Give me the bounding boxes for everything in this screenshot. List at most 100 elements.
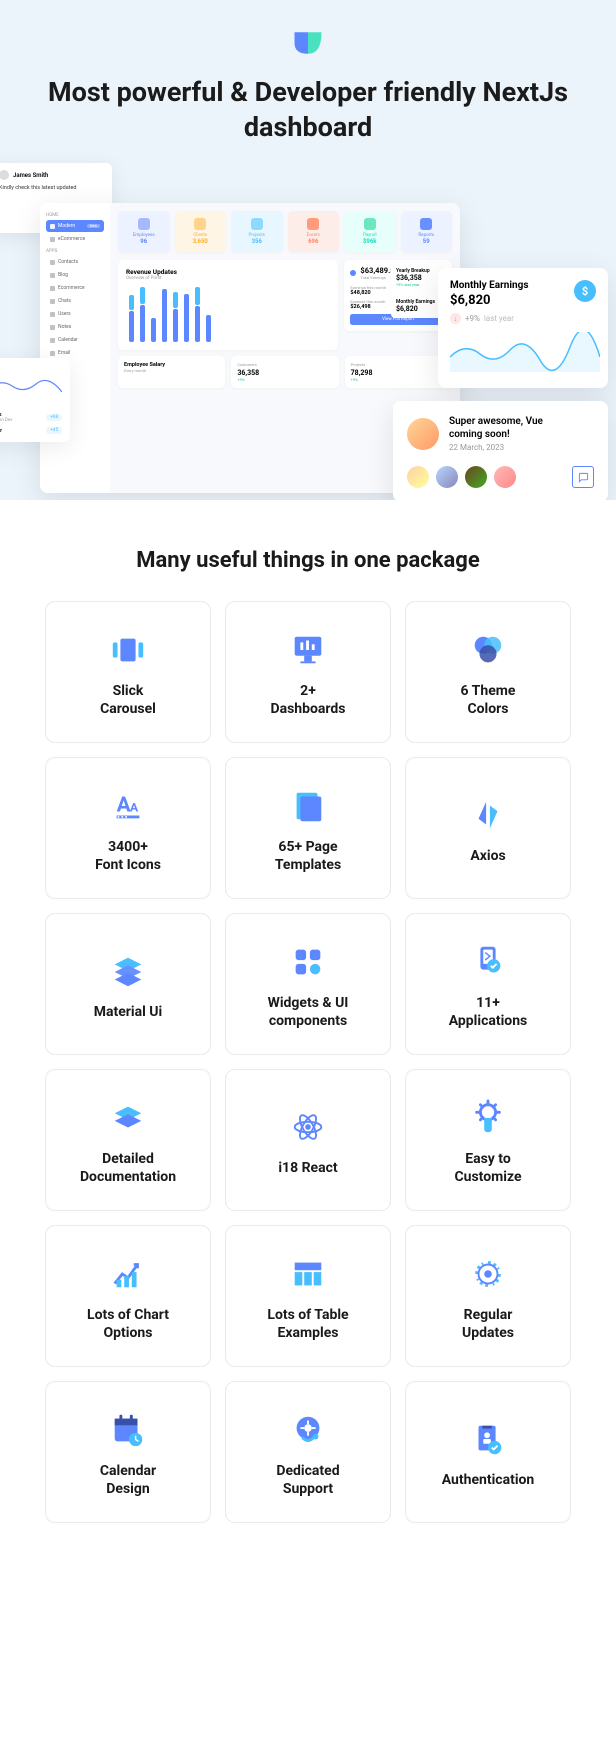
feature-title: 3400+Font Icons — [95, 838, 161, 874]
revenue-sub: Overview of Profit — [126, 276, 330, 281]
feature-card[interactable]: Axios — [405, 757, 571, 899]
stat-card[interactable]: Clients3,650 — [175, 211, 227, 252]
brand-logo-icon — [290, 25, 326, 61]
sidebar-item[interactable]: Contacts — [46, 256, 104, 268]
apps-icon — [469, 942, 507, 982]
sidebar-item[interactable]: Notes — [46, 321, 104, 333]
feature-title: 65+ PageTemplates — [275, 838, 341, 874]
feature-card[interactable]: RegularUpdates — [405, 1225, 571, 1367]
monthly-earnings-card: Monthly Earnings $6,820 $ ↓+9% last year — [438, 268, 608, 388]
feature-title: SlickCarousel — [100, 682, 156, 718]
vue-date: 22 March, 2023 — [449, 443, 543, 452]
stat-card[interactable]: Events696 — [288, 211, 340, 252]
sidebar-item-modern[interactable]: ModernNew — [46, 220, 104, 232]
dashboard-icon — [289, 630, 327, 670]
customers-card: Customers36,358+9% — [231, 356, 338, 388]
feature-title: DedicatedSupport — [276, 1462, 339, 1498]
small-chart-card: SalesFashion Dev+68 Seller+45 — [0, 358, 70, 442]
sales-badge: +68 — [46, 414, 62, 421]
bar-chart — [126, 287, 330, 342]
revenue-title: Revenue Updates — [126, 268, 330, 276]
layers-icon — [109, 951, 147, 991]
sidebar-item[interactable]: Users — [46, 308, 104, 320]
hero-section: Most powerful & Developer friendly NextJ… — [0, 0, 616, 500]
table-icon — [289, 1254, 327, 1294]
sparkline-chart — [450, 332, 600, 372]
avatar-icon — [465, 466, 487, 488]
feature-title: CalendarDesign — [100, 1462, 156, 1498]
dollar-icon: $ — [574, 280, 596, 302]
mini-text: Kindly check this latest updated — [0, 185, 105, 191]
feature-card[interactable]: AA 3400+Font Icons — [45, 757, 211, 899]
features-section: Many useful things in one package SlickC… — [0, 500, 616, 1563]
avatar-icon — [494, 466, 516, 488]
feature-card[interactable]: Material Ui — [45, 913, 211, 1055]
feature-title: Lots of TableExamples — [267, 1306, 348, 1342]
feature-card[interactable]: 6 ThemeColors — [405, 601, 571, 743]
avatar-icon — [0, 170, 9, 180]
widgets-icon — [289, 942, 327, 982]
stat-card[interactable]: Projects356 — [231, 211, 283, 252]
chart-icon — [109, 1254, 147, 1294]
sidebar: HOME ModernNew eCommerce APPS ContactsBl… — [40, 203, 110, 493]
comment-icon[interactable] — [572, 466, 594, 488]
feature-title: 11+Applications — [449, 994, 528, 1030]
feature-card[interactable]: i18 React — [225, 1069, 391, 1211]
feature-card[interactable]: 11+Applications — [405, 913, 571, 1055]
sidebar-heading: HOME — [46, 213, 104, 218]
avatar-icon — [407, 466, 429, 488]
monthly-value: $6,820 — [450, 293, 529, 308]
support-icon — [289, 1410, 327, 1450]
sidebar-item[interactable]: Chats — [46, 295, 104, 307]
feature-card[interactable]: DedicatedSupport — [225, 1381, 391, 1523]
feature-card[interactable]: SlickCarousel — [45, 601, 211, 743]
calendar-icon — [109, 1410, 147, 1450]
feature-card[interactable]: 65+ PageTemplates — [225, 757, 391, 899]
sidebar-item[interactable]: Blog — [46, 269, 104, 281]
feature-title: Material Ui — [94, 1003, 163, 1021]
stat-card[interactable]: Reports59 — [401, 211, 453, 252]
avatar-icon — [436, 466, 458, 488]
feature-title: Easy toCustomize — [454, 1150, 521, 1186]
line-chart — [0, 370, 62, 402]
custom-icon — [469, 1098, 507, 1138]
svg-text:A: A — [130, 802, 139, 816]
feature-title: RegularUpdates — [462, 1306, 514, 1342]
vue-card: Super awesome, Vuecoming soon! 22 March,… — [393, 401, 608, 500]
feature-card[interactable]: Authentication — [405, 1381, 571, 1523]
feature-card[interactable]: Widgets & UIcomponents — [225, 913, 391, 1055]
font-icon: AA — [109, 786, 147, 826]
sidebar-heading: APPS — [46, 249, 104, 254]
stat-card[interactable]: Employees96 — [118, 211, 170, 252]
feature-title: i18 React — [278, 1159, 337, 1177]
feature-title: DetailedDocumentation — [80, 1150, 176, 1186]
svg-text:A: A — [117, 794, 131, 818]
feature-card[interactable]: Lots of TableExamples — [225, 1225, 391, 1367]
feature-card[interactable]: Easy toCustomize — [405, 1069, 571, 1211]
down-arrow-icon: ↓ — [450, 313, 461, 324]
feature-title: Widgets & UIcomponents — [268, 994, 349, 1030]
sidebar-item[interactable]: Ecommerce — [46, 282, 104, 294]
preview-area: James Smith Kindly check this latest upd… — [0, 163, 616, 500]
feature-card[interactable]: 2+Dashboards — [225, 601, 391, 743]
axios-icon — [469, 795, 507, 835]
feature-title: Axios — [470, 847, 505, 865]
react-icon — [289, 1107, 327, 1147]
feature-card[interactable]: DetailedDocumentation — [45, 1069, 211, 1211]
feature-title: 6 ThemeColors — [461, 682, 516, 718]
sidebar-item[interactable]: Calendar — [46, 334, 104, 346]
feature-card[interactable]: CalendarDesign — [45, 1381, 211, 1523]
auth-icon — [469, 1419, 507, 1459]
stat-card[interactable]: Payroll$96k — [344, 211, 396, 252]
feature-title: 2+Dashboards — [271, 682, 346, 718]
pages-icon — [289, 786, 327, 826]
mini-user: James Smith — [13, 172, 48, 179]
monthly-title: Monthly Earnings — [450, 280, 529, 291]
revenue-card: Revenue Updates Overview of Profit — [118, 260, 338, 350]
feature-card[interactable]: Lots of ChartOptions — [45, 1225, 211, 1367]
sidebar-item-ecommerce[interactable]: eCommerce — [46, 233, 104, 245]
feature-title: Authentication — [442, 1471, 535, 1489]
docs-icon — [109, 1098, 147, 1138]
carousel-icon — [109, 630, 147, 670]
seller-badge: +45 — [46, 427, 62, 434]
